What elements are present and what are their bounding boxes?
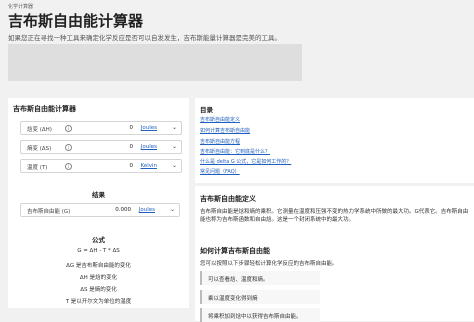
info-icon[interactable]: i [65,144,72,151]
ad-placeholder [8,44,302,81]
result-field: 吉布斯自由能 (G) 0.000 Joules ⌄ [20,203,180,217]
temperature-field[interactable]: 温度 (T) i 0 Kelvin ⌄ [20,159,182,173]
info-icon[interactable]: i [65,163,72,170]
page-subtitle: 如果您正在寻找一种工具来确定化学反应是否可以自发发生，吉布斯能量计算器是完美的工… [8,34,281,42]
toc-item[interactable]: 吉布斯自由能方程 [200,138,240,145]
unit-select[interactable]: Joules [141,144,157,150]
toc-item[interactable]: 什么是 delta G 公式，它是如何工作的？ [200,158,291,165]
unit-select[interactable]: Joules [141,125,157,131]
unit-select[interactable]: Joules [139,207,155,213]
toc-title: 目录 [200,106,213,114]
field-value[interactable]: 0 [130,144,134,150]
chevron-down-icon[interactable]: ⌄ [172,162,177,169]
formula-line: T 是以开尔文为单位的温度 [65,299,132,305]
chevron-down-icon[interactable]: ⌄ [170,206,175,213]
field-label: 吉布斯自由能 (G) [27,209,71,215]
formula-line: ΔS 是熵的变化 [80,287,117,293]
chevron-down-icon[interactable]: ⌄ [172,143,177,150]
toc-item[interactable]: 如何计算吉布斯自由能 [200,127,250,134]
definition-heading: 吉布斯自由能定义 [200,195,256,203]
step-item: 可以查看焓、温度和熵。 [200,271,320,285]
toc-item[interactable]: 吉布斯自由能定义 [200,116,240,123]
toc-item[interactable]: 常见问题（FAQ） [200,168,240,175]
page-title: 吉布斯自由能计算器 [8,12,144,30]
formula-line: ΔH 是焓的变化 [79,275,118,281]
definition-text: 吉布斯自由能是焓和熵的乘积。它测量在温度和压强不变的热力学系统中所做的最大功。G… [200,209,469,223]
info-icon[interactable]: i [65,125,72,132]
entropy-field[interactable]: 熵变 (ΔS) i 0 Joules ⌄ [20,140,182,154]
field-label: 熵变 (ΔS) [27,146,52,152]
unit-select[interactable]: Kelvin [140,163,157,169]
breadcrumb[interactable]: 化学计算器 [8,3,33,10]
result-heading: 结果 [92,191,105,199]
how-text: 您可以按照以下步骤轻松计算化学反应的吉布斯自由能。 [200,261,338,267]
result-value: 0.000 [115,207,131,213]
how-heading: 如何计算吉布斯自由能 [200,247,270,255]
step-item: 乘以温度变化得到熵 [200,290,320,304]
toc-item[interactable]: 吉布斯自由能：它到底是什么？ [200,148,270,155]
formula-line: ΔG 是吉布斯自由能的变化 [66,263,131,269]
field-value[interactable]: 0 [130,163,134,169]
field-label: 焓变 (ΔH) [27,127,52,133]
field-value[interactable]: 0 [130,125,134,131]
formula-heading: 公式 [92,236,105,244]
chevron-down-icon[interactable]: ⌄ [172,124,177,131]
step-item: 将乘积加到焓中以获得吉布斯自由能。 [200,308,320,322]
calculator-title: 吉布斯自由能计算器 [13,105,76,113]
formula-line: G = ΔH - T * ΔS [77,248,120,254]
enthalpy-field[interactable]: 焓变 (ΔH) i 0 Joules ⌄ [20,121,182,135]
field-label: 温度 (T) [27,165,48,171]
